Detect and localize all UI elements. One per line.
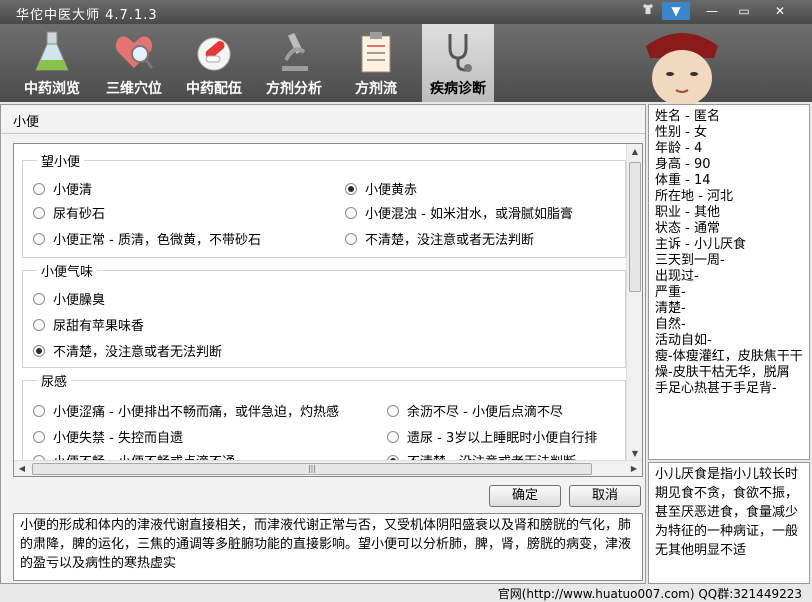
radio-button[interactable]: [33, 345, 45, 357]
tool-label: 疾病诊断: [430, 81, 486, 97]
tool-3d-acupoint[interactable]: 三维穴位: [98, 24, 170, 102]
option-incontinence[interactable]: 小便失禁 - 失控而自遗: [33, 427, 183, 446]
symptom-history: 出现过-: [655, 269, 699, 284]
minimize-icon: —: [706, 4, 718, 18]
close-button[interactable]: ✕: [766, 2, 794, 20]
radio-button[interactable]: [33, 431, 45, 443]
symptom-clarity: 清楚-: [655, 301, 686, 316]
option-enuresis[interactable]: 遗尿 - 3岁以上睡眠时小便自行排: [387, 427, 597, 446]
group-title: 小便气味: [37, 261, 98, 280]
flask-icon: [35, 31, 69, 71]
ok-button[interactable]: 确定: [489, 485, 561, 507]
patient-height: 身高 - 90: [655, 157, 711, 172]
maximize-button[interactable]: ▭: [730, 2, 758, 20]
option-unsure[interactable]: 不清楚，没注意或者无法判断: [33, 341, 222, 360]
tool-label: 三维穴位: [106, 81, 162, 97]
tool-herb-compatibility[interactable]: 中药配伍: [178, 24, 250, 102]
main-panel: 小便 望小便 小便清 小便黄赤 尿有砂石 小便混浊 - 如米泔水，或滑腻如脂膏 …: [0, 104, 646, 584]
symptom-body-skin: 瘦-体瘦灌红，皮肤焦干干燥-皮肤干枯无华，脱屑: [655, 349, 803, 380]
doctor-avatar: [646, 33, 718, 104]
pill-icon: [197, 37, 231, 71]
radio-button[interactable]: [33, 207, 45, 219]
dropdown-icon: ▼: [671, 4, 681, 18]
app-title: 华佗中医大师 4.7.1.3: [16, 8, 158, 23]
description-box: 小便的形成和体内的津液代谢直接相关，而津液代谢正常与否，又受机体阴阳盛衰以及肾和…: [13, 513, 643, 581]
status-bar: 官网(http://www.huatuo007.com) QQ群:3214492…: [0, 584, 812, 602]
option-urinary-stones[interactable]: 尿有砂石: [33, 203, 105, 222]
maximize-icon: ▭: [738, 4, 750, 18]
tool-disease-diagnosis[interactable]: 疾病诊断: [422, 24, 494, 102]
group-title: 望小便: [37, 151, 85, 170]
radio-button[interactable]: [33, 293, 45, 305]
breadcrumb: 小便: [13, 115, 40, 130]
tool-label: 方剂分析: [266, 81, 322, 97]
patient-location: 所在地 - 河北: [655, 189, 733, 204]
symptom-palms: 手足心热甚于手足背-: [655, 381, 777, 396]
dropdown-button[interactable]: ▼: [662, 2, 690, 20]
group-title: 尿感: [37, 371, 72, 390]
patient-age: 年龄 - 4: [655, 141, 703, 156]
disease-note: 小儿厌食是指小儿较长时期见食不贪，食欲不振，甚至厌恶进食，食量减少为特征的一种病…: [648, 462, 810, 584]
patient-complaint: 主诉 - 小儿厌食: [655, 237, 746, 252]
options-scroll-area[interactable]: 望小便 小便清 小便黄赤 尿有砂石 小便混浊 - 如米泔水，或滑腻如脂膏 小便正…: [13, 143, 643, 477]
patient-status: 状态 - 通常: [655, 221, 720, 236]
symptom-severity: 严重-: [655, 285, 686, 300]
clipboard-icon: [361, 32, 391, 73]
title-bar: 华佗中医大师 4.7.1.3 ▼ — ▭ ✕: [0, 0, 812, 24]
cancel-button[interactable]: 取消: [569, 485, 641, 507]
patient-weight: 体重 - 14: [655, 173, 711, 188]
option-normal-urine[interactable]: 小便正常 - 质清，色微黄，不带砂石: [33, 229, 261, 248]
group-observe-urine: 望小便 小便清 小便黄赤 尿有砂石 小便混浊 - 如米泔水，或滑腻如脂膏 小便正…: [22, 151, 626, 258]
group-urine-odor: 小便气味 小便臊臭 尿甜有苹果味香 不清楚，没注意或者无法判断: [22, 261, 626, 368]
radio-button[interactable]: [345, 183, 357, 195]
tool-label: 中药配伍: [186, 81, 242, 97]
radio-button[interactable]: [33, 319, 45, 331]
horizontal-scrollbar[interactable]: ◀ ||| ▶: [14, 460, 642, 476]
option-sweet-apple-odor[interactable]: 尿甜有苹果味香: [33, 315, 144, 334]
microscope-icon: [282, 32, 308, 71]
scroll-up-icon[interactable]: ▲: [627, 144, 642, 160]
tool-label: 方剂流: [355, 81, 397, 97]
vertical-scroll-thumb[interactable]: [629, 162, 641, 292]
radio-button[interactable]: [345, 207, 357, 219]
radio-button[interactable]: [387, 431, 399, 443]
patient-gender: 性别 - 女: [655, 125, 707, 140]
divider: [1, 133, 645, 134]
close-icon: ✕: [774, 4, 786, 18]
tool-label: 中药浏览: [24, 81, 80, 97]
option-yellow-red-urine[interactable]: 小便黄赤: [345, 179, 417, 198]
tool-formula-flow[interactable]: 方剂流: [340, 24, 412, 102]
tool-formula-analysis[interactable]: 方剂分析: [258, 24, 330, 102]
stethoscope-icon: [448, 34, 472, 72]
radio-button[interactable]: [345, 233, 357, 245]
option-unsure[interactable]: 不清楚，没注意或者无法判断: [345, 229, 534, 248]
website-link[interactable]: 官网(http://www.huatuo007.com) QQ群:3214492…: [498, 585, 802, 602]
patient-info-panel: 姓名 - 匿名 性别 - 女 年龄 - 4 身高 - 90 体重 - 14 所在…: [648, 104, 810, 460]
scroll-left-icon[interactable]: ◀: [14, 461, 30, 476]
horizontal-scroll-thumb[interactable]: |||: [32, 463, 592, 475]
option-foul-odor[interactable]: 小便臊臭: [33, 289, 105, 308]
radio-button[interactable]: [387, 405, 399, 417]
heart-magnifier-icon: [115, 36, 154, 69]
option-painful-urination[interactable]: 小便涩痛 - 小便排出不畅而痛，或伴急迫，灼热感: [33, 401, 339, 420]
patient-name: 姓名 - 匿名: [655, 109, 720, 124]
radio-button[interactable]: [33, 183, 45, 195]
radio-button[interactable]: [33, 233, 45, 245]
option-dribbling[interactable]: 余沥不尽 - 小便后点滴不尽: [387, 401, 563, 420]
scroll-right-icon[interactable]: ▶: [626, 461, 642, 476]
shirt-icon[interactable]: [640, 2, 656, 20]
symptom-nature: 自然-: [655, 317, 686, 332]
option-clear-urine[interactable]: 小便清: [33, 179, 92, 198]
option-turbid-urine[interactable]: 小便混浊 - 如米泔水，或滑腻如脂膏: [345, 203, 573, 222]
vertical-scrollbar[interactable]: ▲ ▼: [626, 144, 642, 462]
patient-occupation: 职业 - 其他: [655, 205, 720, 220]
radio-button[interactable]: [33, 405, 45, 417]
minimize-button[interactable]: —: [698, 2, 726, 20]
symptom-mobility: 活动自如-: [655, 333, 712, 348]
tool-herb-browse[interactable]: 中药浏览: [16, 24, 88, 102]
symptom-duration: 三天到一周-: [655, 253, 725, 268]
